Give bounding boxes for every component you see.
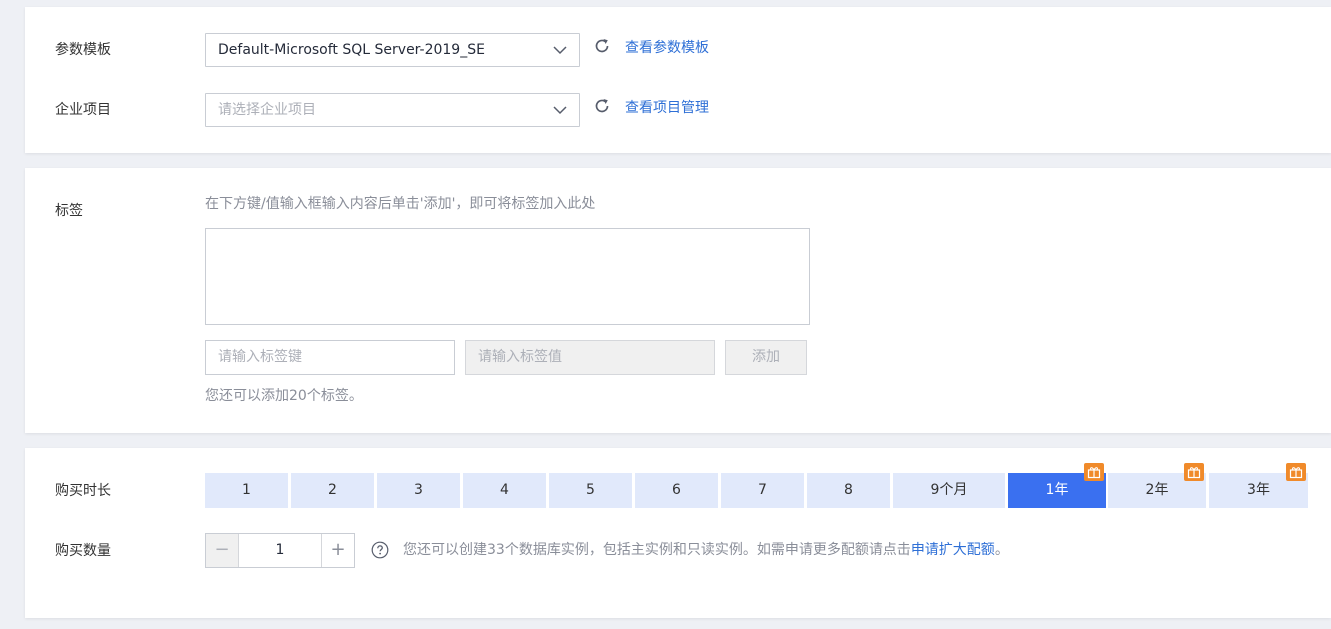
tags-display-area <box>205 228 810 325</box>
quantity-label: 购买数量 <box>55 543 111 559</box>
tag-key-placeholder: 请输入标签键 <box>218 349 302 365</box>
duration-option-2[interactable]: 2 <box>291 473 374 508</box>
tags-remaining: 您还可以添加20个标签。 <box>205 388 363 404</box>
duration-option-label: 2年 <box>1145 482 1169 498</box>
duration-option-label: 6 <box>672 482 681 498</box>
duration-option-7[interactable]: 7 <box>721 473 804 508</box>
param-template-label: 参数模板 <box>55 42 111 58</box>
gift-icon <box>1084 463 1104 481</box>
duration-option-label: 1 <box>242 482 251 498</box>
duration-option-8[interactable]: 8 <box>807 473 890 508</box>
duration-option-label: 1年 <box>1045 482 1069 498</box>
duration-option-6[interactable]: 6 <box>635 473 718 508</box>
duration-option-label: 5 <box>586 482 595 498</box>
duration-option-label: 9个月 <box>930 482 968 498</box>
tag-value-placeholder: 请输入标签值 <box>478 349 562 365</box>
refresh-icon[interactable] <box>593 37 611 55</box>
duration-option-1[interactable]: 1 <box>205 473 288 508</box>
duration-option-2-years[interactable]: 2年 <box>1108 463 1206 508</box>
tags-hint: 在下方键/值输入框输入内容后单击'添加'，即可将标签加入此处 <box>205 196 596 212</box>
quantity-help-text: 您还可以创建33个数据库实例，包括主实例和只读实例。如需申请更多配额请点击申请扩… <box>403 540 1009 560</box>
param-template-value: Default-Microsoft SQL Server-2019_SE <box>218 42 485 58</box>
tags-card: 标签 在下方键/值输入框输入内容后单击'添加'，即可将标签加入此处 请输入标签键… <box>25 168 1331 433</box>
duration-option-3-years[interactable]: 3年 <box>1209 463 1308 508</box>
duration-label: 购买时长 <box>55 483 111 499</box>
duration-option-label: 3 <box>414 482 423 498</box>
basic-settings-card: 参数模板 Default-Microsoft SQL Server-2019_S… <box>25 7 1331 153</box>
duration-option-label: 3年 <box>1247 482 1270 498</box>
duration-option-label: 7 <box>758 482 767 498</box>
duration-option-9-months[interactable]: 9个月 <box>893 473 1005 508</box>
enterprise-project-select[interactable]: 请选择企业项目 <box>205 93 580 127</box>
duration-option-3[interactable]: 3 <box>377 473 460 508</box>
enterprise-project-label: 企业项目 <box>55 102 111 118</box>
tag-value-input[interactable]: 请输入标签值 <box>465 340 715 375</box>
refresh-icon[interactable] <box>593 97 611 115</box>
duration-option-5[interactable]: 5 <box>549 473 632 508</box>
duration-option-4[interactable]: 4 <box>463 473 546 508</box>
view-project-management-link[interactable]: 查看项目管理 <box>625 98 709 118</box>
chevron-down-icon <box>553 46 567 55</box>
duration-option-label: 2 <box>328 482 337 498</box>
quota-info-end: 。 <box>994 542 1009 558</box>
add-tag-button[interactable]: 添加 <box>725 340 807 375</box>
help-icon[interactable] <box>371 541 389 559</box>
tag-key-input[interactable]: 请输入标签键 <box>205 340 455 375</box>
gift-icon <box>1184 463 1204 481</box>
purchase-card: 购买时长 1 2 3 4 5 6 7 8 9个月 1年 2年 3年 购买数量 −… <box>25 448 1331 618</box>
quantity-input[interactable]: 1 <box>239 534 321 567</box>
duration-option-label: 4 <box>500 482 509 498</box>
tags-label: 标签 <box>55 203 83 219</box>
increment-button[interactable]: + <box>321 534 354 567</box>
enterprise-project-placeholder: 请选择企业项目 <box>218 102 316 118</box>
request-quota-link[interactable]: 申请扩大配额 <box>911 542 995 558</box>
quota-info-text: 您还可以创建33个数据库实例，包括主实例和只读实例。如需申请更多配额请点击 <box>403 542 911 558</box>
chevron-down-icon <box>553 106 567 115</box>
param-template-select[interactable]: Default-Microsoft SQL Server-2019_SE <box>205 33 580 67</box>
decrement-button[interactable]: − <box>206 534 239 567</box>
gift-icon <box>1286 463 1306 481</box>
view-param-template-link[interactable]: 查看参数模板 <box>625 38 709 58</box>
duration-option-1-year[interactable]: 1年 <box>1008 463 1106 508</box>
duration-option-label: 8 <box>844 482 853 498</box>
quantity-stepper: − 1 + <box>205 533 355 568</box>
